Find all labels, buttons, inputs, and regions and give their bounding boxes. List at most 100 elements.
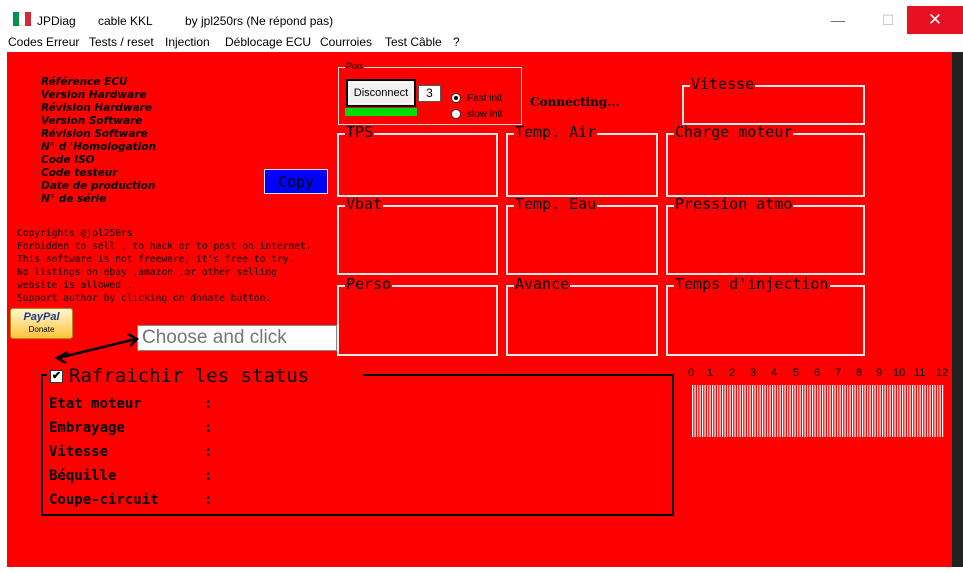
scale-bar	[702, 385, 704, 437]
scale-bar	[692, 385, 694, 437]
gauge-temp-air	[506, 133, 658, 197]
disconnect-button[interactable]: Disconnect	[346, 79, 416, 107]
background-window-edge	[952, 52, 963, 567]
italian-flag-icon	[13, 12, 31, 26]
status-coupe-circuit-sep: :	[204, 492, 213, 508]
scale-bar	[782, 385, 784, 437]
scale-bar	[842, 385, 844, 437]
scale-bar	[894, 385, 896, 437]
scale-bar	[749, 385, 751, 437]
menu-codes-erreur[interactable]: Codes Erreur	[8, 34, 79, 50]
menu-test-cable[interactable]: Test Câble	[385, 34, 442, 50]
menu-tests-reset[interactable]: Tests / reset	[89, 34, 154, 50]
scale-label-7: 7	[835, 367, 842, 379]
scale-bar	[809, 385, 811, 437]
scale-bar	[827, 385, 829, 437]
gauge-temps-injection-title: Temps d'injection	[674, 275, 830, 293]
scale-bar	[779, 385, 781, 437]
menu-injection[interactable]: Injection	[165, 34, 210, 50]
gauge-pression-atmo-title: Pression atmo	[674, 195, 794, 213]
scale-label-10: 10	[893, 367, 906, 379]
slow-init-radio[interactable]	[451, 109, 461, 119]
gauge-temp-eau-title: Temp. Eau	[514, 195, 598, 213]
gauge-charge-moteur-title: Charge moteur	[674, 123, 794, 141]
menu-courroies[interactable]: Courroies	[320, 34, 372, 50]
scale-bar	[724, 385, 726, 437]
info-not-freeware: This software is not freeware, it's free…	[17, 254, 295, 265]
port-number-field[interactable]: 3	[418, 85, 441, 102]
scale-bar	[729, 385, 731, 437]
scale-bar	[844, 385, 846, 437]
scale-bar	[829, 385, 831, 437]
scale-bar	[754, 385, 756, 437]
scale-bar	[814, 385, 816, 437]
scale-label-11: 11	[914, 367, 926, 379]
scale-label-1: 1	[707, 367, 714, 379]
scale-bar	[784, 385, 786, 437]
scale-bar	[744, 385, 746, 437]
gauge-vbat	[337, 205, 498, 275]
menu-help[interactable]: ?	[453, 34, 460, 50]
fast-init-radio[interactable]	[451, 93, 461, 103]
scale-bar	[924, 385, 926, 437]
gauge-vbat-title: Vbat	[345, 195, 384, 213]
scale-bar	[854, 385, 856, 437]
scale-bar	[757, 385, 759, 437]
author-label: by jpl250rs (Ne répond pas)	[185, 14, 334, 28]
scale-bar	[904, 385, 906, 437]
label-version-hardware: Version Hardware	[41, 89, 147, 101]
rafraichir-label: Rafraichir les status	[69, 365, 310, 387]
title-bar: JPDiag cable KKL by jpl250rs (Ne répond …	[0, 0, 963, 34]
gauge-temp-air-title: Temp. Air	[514, 123, 598, 141]
flag-red	[25, 12, 31, 26]
close-button[interactable]: ✕	[907, 6, 963, 34]
choose-and-click-input[interactable]	[137, 325, 337, 351]
scale-bar	[807, 385, 809, 437]
scale-label-5: 5	[793, 367, 800, 379]
scale-bar	[847, 385, 849, 437]
scale-bar	[719, 385, 721, 437]
info-forbidden: Forbidden to sell , to hack or to post o…	[17, 241, 312, 252]
scale-bar	[787, 385, 789, 437]
scale-bar	[714, 385, 716, 437]
scale-bar	[762, 385, 764, 437]
scale-bar	[902, 385, 904, 437]
scale-bar	[769, 385, 771, 437]
scale-bar	[797, 385, 799, 437]
scale-bar	[737, 385, 739, 437]
maximize-button[interactable]: ☐	[865, 6, 911, 34]
scale-bar	[747, 385, 749, 437]
rafraichir-checkbox[interactable]: ✔	[50, 370, 63, 383]
minimize-button[interactable]: —	[815, 6, 861, 34]
copy-button[interactable]: Copy	[264, 169, 328, 194]
scale-bar	[817, 385, 819, 437]
scale-bar	[812, 385, 814, 437]
gauge-tps	[337, 133, 498, 197]
scale-bar	[722, 385, 724, 437]
status-bequille-label: Béquille	[49, 468, 117, 484]
menu-deblocage-ecu[interactable]: Déblocage ECU	[225, 34, 311, 50]
scale-bar	[742, 385, 744, 437]
scale-bar-graph	[692, 385, 944, 437]
status-vitesse-sep: :	[204, 444, 213, 460]
scale-bar	[869, 385, 871, 437]
scale-label-4: 4	[771, 367, 778, 379]
scale-bar	[897, 385, 899, 437]
info-copyright: Copyrights @jpl250rs	[17, 228, 133, 239]
gauge-avance	[506, 285, 658, 356]
scale-bar	[867, 385, 869, 437]
scale-bar	[709, 385, 711, 437]
scale-bar	[939, 385, 941, 437]
scale-bar	[777, 385, 779, 437]
scale-bar	[839, 385, 841, 437]
scale-bar	[879, 385, 881, 437]
scale-bar	[914, 385, 916, 437]
status-embrayage-sep: :	[204, 420, 213, 436]
port-group-title: Port	[345, 61, 364, 71]
scale-bar	[767, 385, 769, 437]
scale-bar	[932, 385, 934, 437]
scale-bar	[824, 385, 826, 437]
info-no-listings: No listings on ebay ,amazon ,or other se…	[17, 267, 277, 278]
status-etat-moteur-label: Etat moteur	[49, 396, 142, 412]
gauge-charge-moteur	[666, 133, 865, 197]
